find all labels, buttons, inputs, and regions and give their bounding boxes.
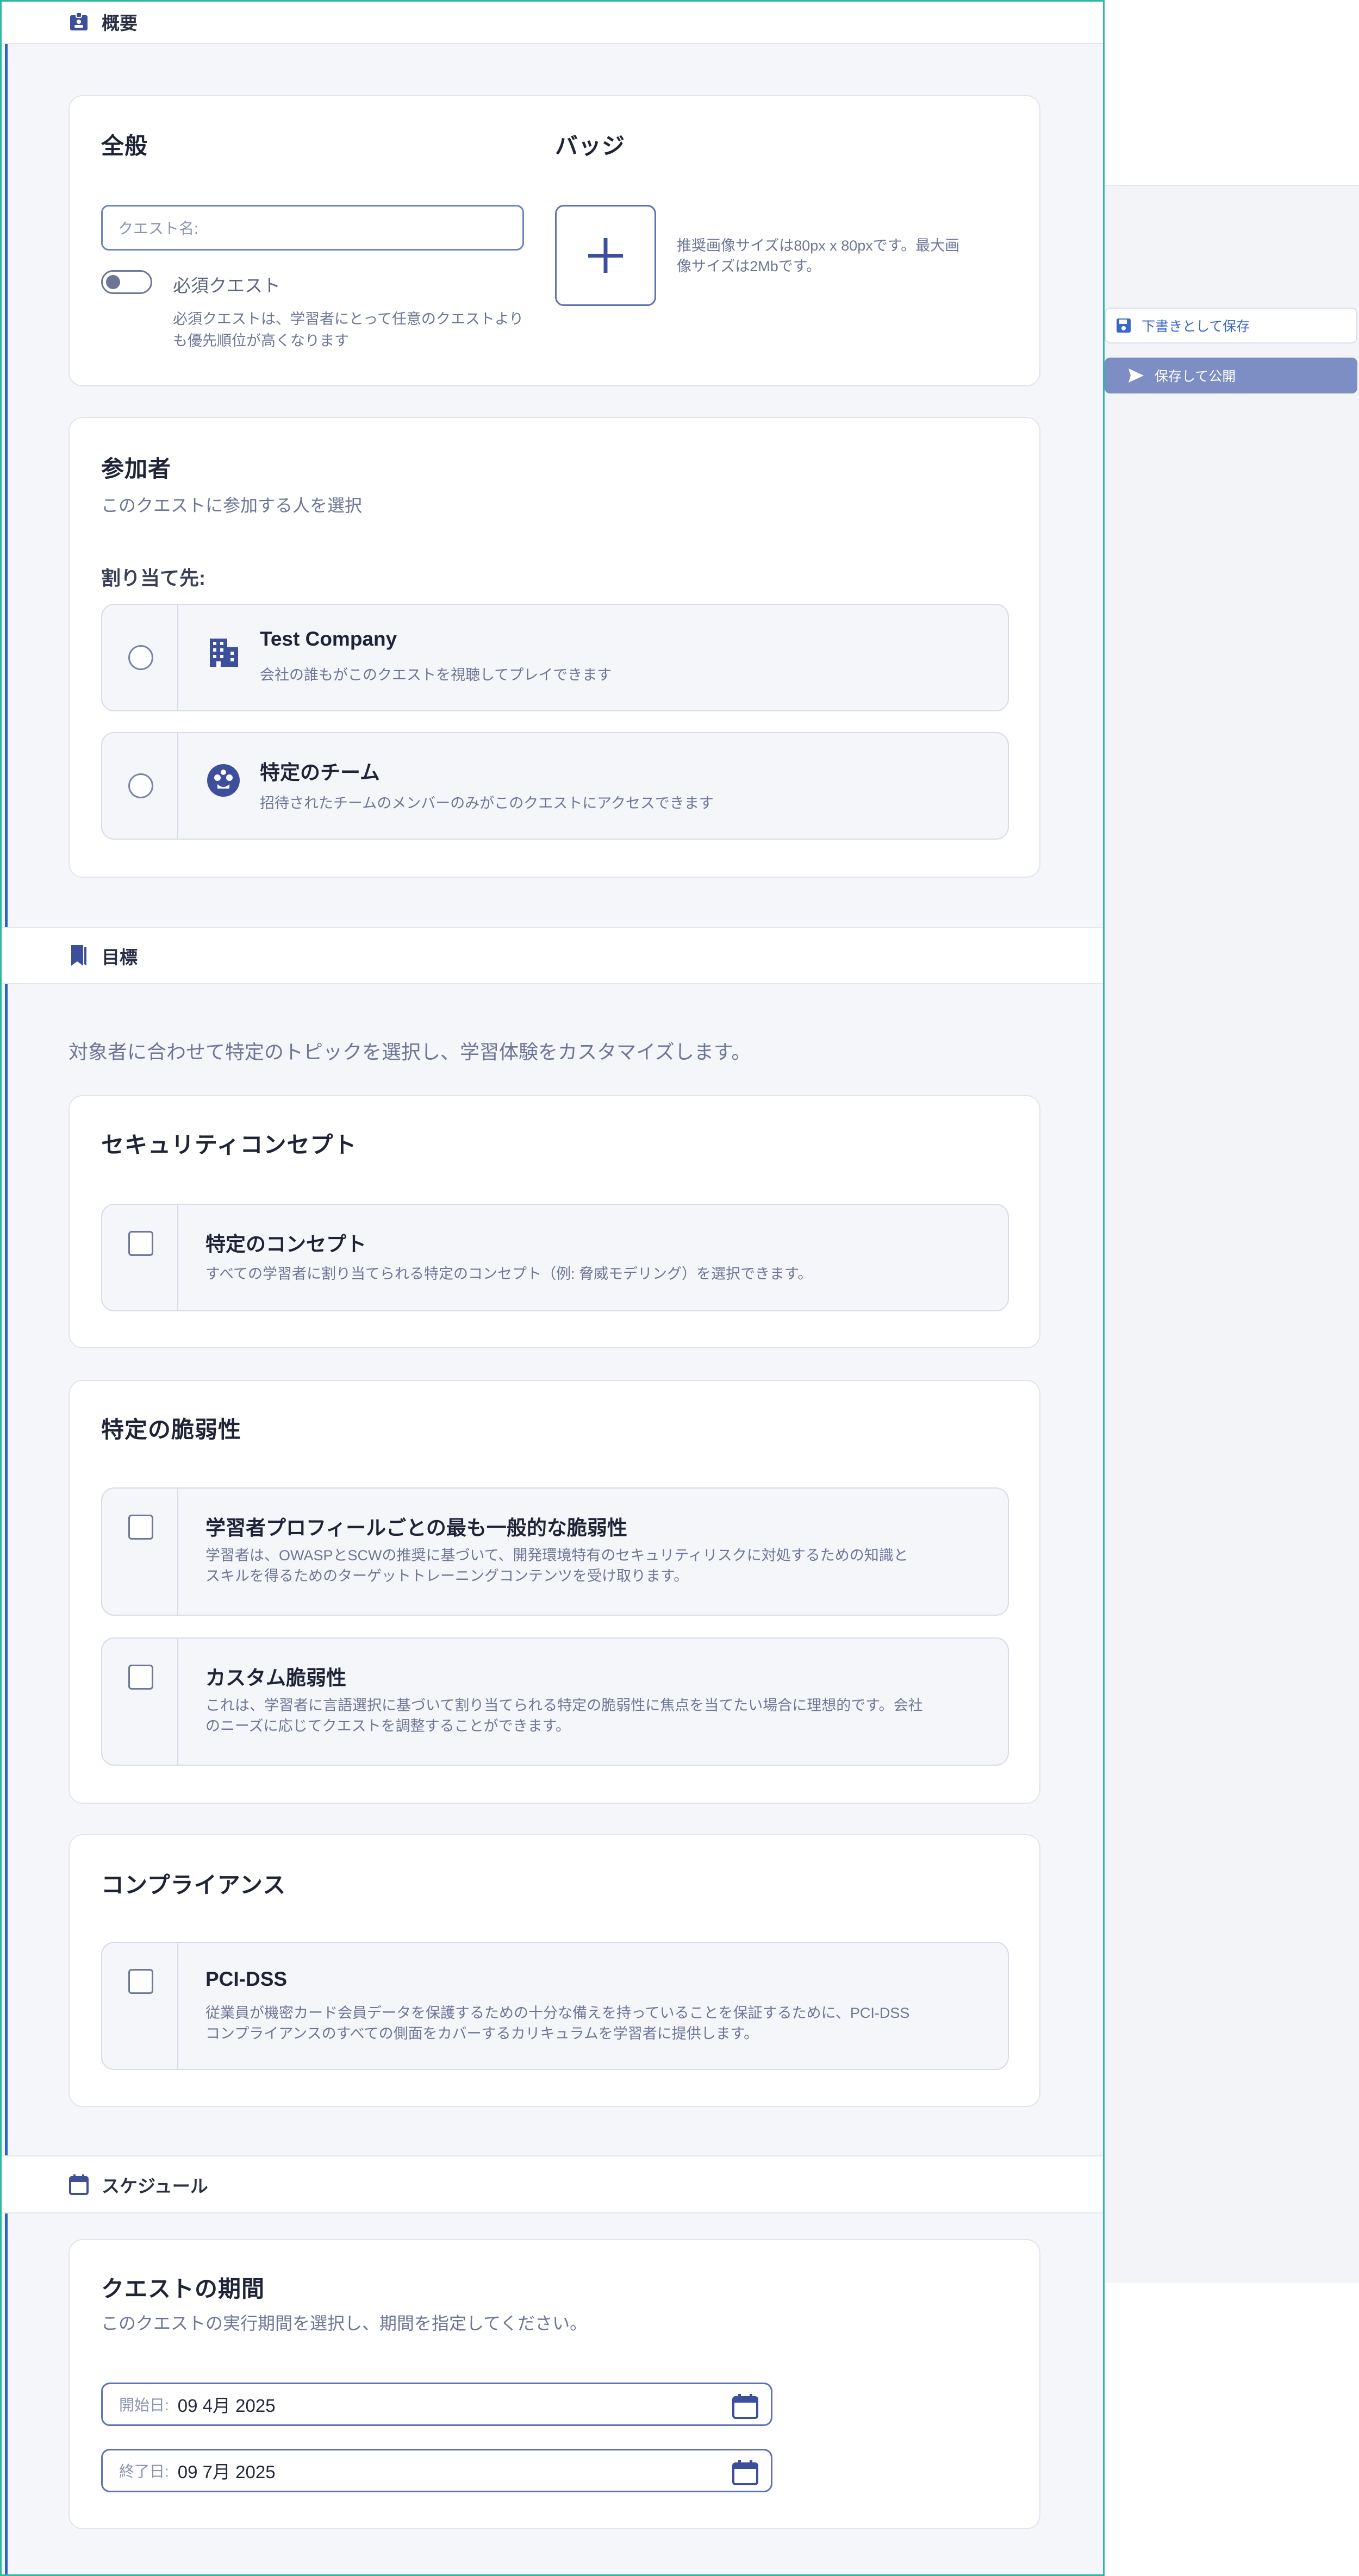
option-title: 学習者プロフィールごとの最も一般的な脆弱性 bbox=[205, 1517, 627, 1539]
section-rail bbox=[5, 44, 8, 927]
goals-intro: 対象者に合わせて特定のトピックを選択し、学習体験をカスタマイズします。 bbox=[68, 1041, 751, 1063]
participants-card: 参加者 このクエストに参加する人を選択 割り当て先: Test Company … bbox=[68, 417, 1040, 878]
option-desc: すべての学習者に割り当てられる特定のコンセプト（例: 脅威モデリング）を選択でき… bbox=[205, 1266, 813, 1282]
badge-hint: 推奨画像サイズは80px x 80pxです。最大画 像サイズは2Mbです。 bbox=[677, 235, 959, 277]
option-control-column bbox=[102, 1943, 178, 2069]
compliance-title: コンプライアンス bbox=[101, 1872, 286, 1898]
save-draft-button[interactable]: 下書きとして保存 bbox=[1105, 308, 1357, 343]
vulnerability-checkbox[interactable] bbox=[128, 1515, 153, 1540]
option-desc-line: のニーズに応じてクエストを調整することができます。 bbox=[205, 1718, 570, 1734]
save-publish-button[interactable]: 保存して公開 bbox=[1105, 358, 1357, 393]
general-card: 全般 バッジ クエスト名: 必須クエスト 必須クエストは、学習者にとって任意のク… bbox=[68, 95, 1040, 386]
required-label: 必須クエスト bbox=[173, 276, 280, 296]
option-title: Test Company bbox=[260, 628, 397, 650]
section-title: 概要 bbox=[102, 13, 138, 33]
compliance-option-pcidss[interactable]: PCI-DSS 従業員が機密カード会員データを保護するための十分な備えを持ってい… bbox=[101, 1942, 1009, 2070]
compliance-checkbox[interactable] bbox=[128, 1969, 153, 1994]
section-title: 目標 bbox=[102, 947, 138, 967]
vulnerability-option-custom[interactable]: カスタム脆弱性 これは、学習者に言語選択に基づいて割り当てられる特定の脆弱性に焦… bbox=[101, 1637, 1009, 1766]
quest-name-placeholder: クエスト名: bbox=[118, 220, 198, 237]
assign-option-company[interactable]: Test Company 会社の誰もがこのクエストを視聴してプレイできます bbox=[101, 604, 1009, 711]
option-title: PCI-DSS bbox=[205, 1968, 288, 1990]
option-control-column bbox=[102, 1639, 178, 1765]
security-concepts-card: セキュリティコンセプト 特定のコンセプト すべての学習者に割り当てられる特定のコ… bbox=[68, 1095, 1040, 1348]
vulnerability-option-common[interactable]: 学習者プロフィールごとの最も一般的な脆弱性 学習者は、OWASPとSCWの推奨に… bbox=[101, 1487, 1009, 1616]
badge-hint-line: 推奨画像サイズは80px x 80pxです。最大画 bbox=[677, 237, 960, 254]
action-panel: 下書きとして保存 保存して公開 bbox=[1105, 185, 1359, 2283]
option-title: カスタム脆弱性 bbox=[205, 1667, 346, 1689]
end-date-value: 09 7月 2025 bbox=[177, 2462, 276, 2482]
id-badge-icon bbox=[68, 11, 90, 33]
start-date-value: 09 4月 2025 bbox=[177, 2396, 276, 2416]
option-desc: 学習者は、OWASPとSCWの推奨に基づいて、開発環境特有のセキュリティリスクに… bbox=[205, 1545, 908, 1586]
option-desc: 会社の誰もがこのクエストを視聴してプレイできます bbox=[260, 667, 612, 683]
option-desc-line: 学習者は、OWASPとSCWの推奨に基づいて、開発環境特有のセキュリティリスクに… bbox=[205, 1547, 908, 1564]
assign-label: 割り当て先: bbox=[101, 567, 205, 589]
badge-upload-button[interactable] bbox=[555, 205, 656, 306]
concept-checkbox[interactable] bbox=[128, 1231, 153, 1256]
save-draft-label: 下書きとして保存 bbox=[1142, 319, 1250, 334]
option-desc-line: コンプライアンスのすべての側面をカバーするカリキュラムを学習者に提供します。 bbox=[205, 2025, 759, 2042]
end-date-label: 終了日: bbox=[119, 2463, 169, 2480]
required-desc-line: も優先順位が高くなります bbox=[173, 333, 349, 349]
section-rail bbox=[5, 984, 8, 2155]
required-desc-line: 必須クエストは、学習者にとって任意のクエストより bbox=[173, 311, 524, 327]
save-publish-label: 保存して公開 bbox=[1155, 369, 1236, 384]
option-desc: これは、学習者に言語選択に基づいて割り当てられる特定の脆弱性に焦点を当てたい場合… bbox=[205, 1695, 923, 1736]
calendar-icon bbox=[68, 2174, 90, 2196]
team-icon bbox=[205, 762, 241, 798]
schedule-card: クエストの期間 このクエストの実行期間を選択し、期間を指定してください。 開始日… bbox=[68, 2239, 1040, 2529]
quest-editor-main: 概要 全般 バッジ クエスト名: 必須クエスト 必須クエストは、学習者にとって任… bbox=[0, 0, 1105, 2576]
participants-title: 参加者 bbox=[101, 456, 172, 482]
start-date-input[interactable]: 開始日: 09 4月 2025 bbox=[101, 2383, 772, 2426]
end-date-input[interactable]: 終了日: 09 7月 2025 bbox=[101, 2449, 772, 2492]
required-desc: 必須クエストは、学習者にとって任意のクエストより も優先順位が高くなります bbox=[173, 308, 523, 352]
radio-team[interactable] bbox=[128, 773, 153, 798]
schedule-subtitle: このクエストの実行期間を選択し、期間を指定してください。 bbox=[101, 2314, 588, 2333]
option-desc-line: 従業員が機密カード会員データを保護するための十分な備えを持っていることを保証する… bbox=[205, 2005, 910, 2021]
quest-name-input[interactable]: クエスト名: bbox=[101, 205, 524, 251]
section-header-goals[interactable]: 目標 bbox=[2, 927, 1103, 984]
section-rail bbox=[5, 2214, 8, 2574]
participants-subtitle: このクエストに参加する人を選択 bbox=[101, 496, 363, 515]
radio-company[interactable] bbox=[128, 645, 153, 670]
toggle-knob bbox=[106, 275, 120, 289]
calendar-icon[interactable] bbox=[732, 2460, 759, 2485]
calendar-icon[interactable] bbox=[732, 2394, 759, 2419]
option-title: 特定のコンセプト bbox=[205, 1233, 366, 1255]
section-header-schedule[interactable]: スケジュール bbox=[2, 2155, 1103, 2214]
section-title: スケジュール bbox=[102, 2175, 208, 2196]
plus-icon bbox=[588, 238, 623, 273]
option-desc: 招待されたチームのメンバーのみがこのクエストにアクセスできます bbox=[260, 795, 714, 811]
assign-option-team[interactable]: 特定のチーム 招待されたチームのメンバーのみがこのクエストにアクセスできます bbox=[101, 732, 1009, 840]
option-title: 特定のチーム bbox=[260, 761, 380, 784]
vulnerability-checkbox[interactable] bbox=[128, 1665, 153, 1690]
required-toggle[interactable] bbox=[101, 270, 152, 294]
badge-title: バッジ bbox=[555, 133, 626, 159]
general-title: 全般 bbox=[101, 133, 148, 159]
option-desc: 従業員が機密カード会員データを保護するための十分な備えを持っていることを保証する… bbox=[205, 2003, 909, 2044]
badge-hint-line: 像サイズは2Mbです。 bbox=[677, 258, 821, 274]
send-icon bbox=[1129, 368, 1144, 383]
vulnerabilities-card: 特定の脆弱性 学習者プロフィールごとの最も一般的な脆弱性 学習者は、OWASPと… bbox=[68, 1380, 1040, 1804]
vulnerabilities-title: 特定の脆弱性 bbox=[101, 1417, 242, 1442]
option-control-column bbox=[102, 1489, 178, 1615]
schedule-title: クエストの期間 bbox=[101, 2276, 265, 2302]
section-header-overview[interactable]: 概要 bbox=[2, 2, 1103, 44]
concept-option[interactable]: 特定のコンセプト すべての学習者に割り当てられる特定のコンセプト（例: 脅威モデ… bbox=[101, 1204, 1009, 1311]
option-control-column bbox=[102, 1205, 178, 1310]
start-date-label: 開始日: bbox=[119, 2397, 169, 2414]
option-desc-line: スキルを得るためのターゲットトレーニングコンテンツを受け取ります。 bbox=[205, 1568, 689, 1584]
floppy-disk-icon bbox=[1117, 318, 1131, 333]
compliance-card: コンプライアンス PCI-DSS 従業員が機密カード会員データを保護するための十… bbox=[68, 1834, 1040, 2107]
option-desc-line: これは、学習者に言語選択に基づいて割り当てられる特定の脆弱性に焦点を当てたい場合… bbox=[205, 1697, 923, 1714]
bookmark-icon bbox=[68, 945, 90, 967]
security-concepts-title: セキュリティコンセプト bbox=[101, 1132, 357, 1158]
building-icon bbox=[205, 634, 241, 670]
